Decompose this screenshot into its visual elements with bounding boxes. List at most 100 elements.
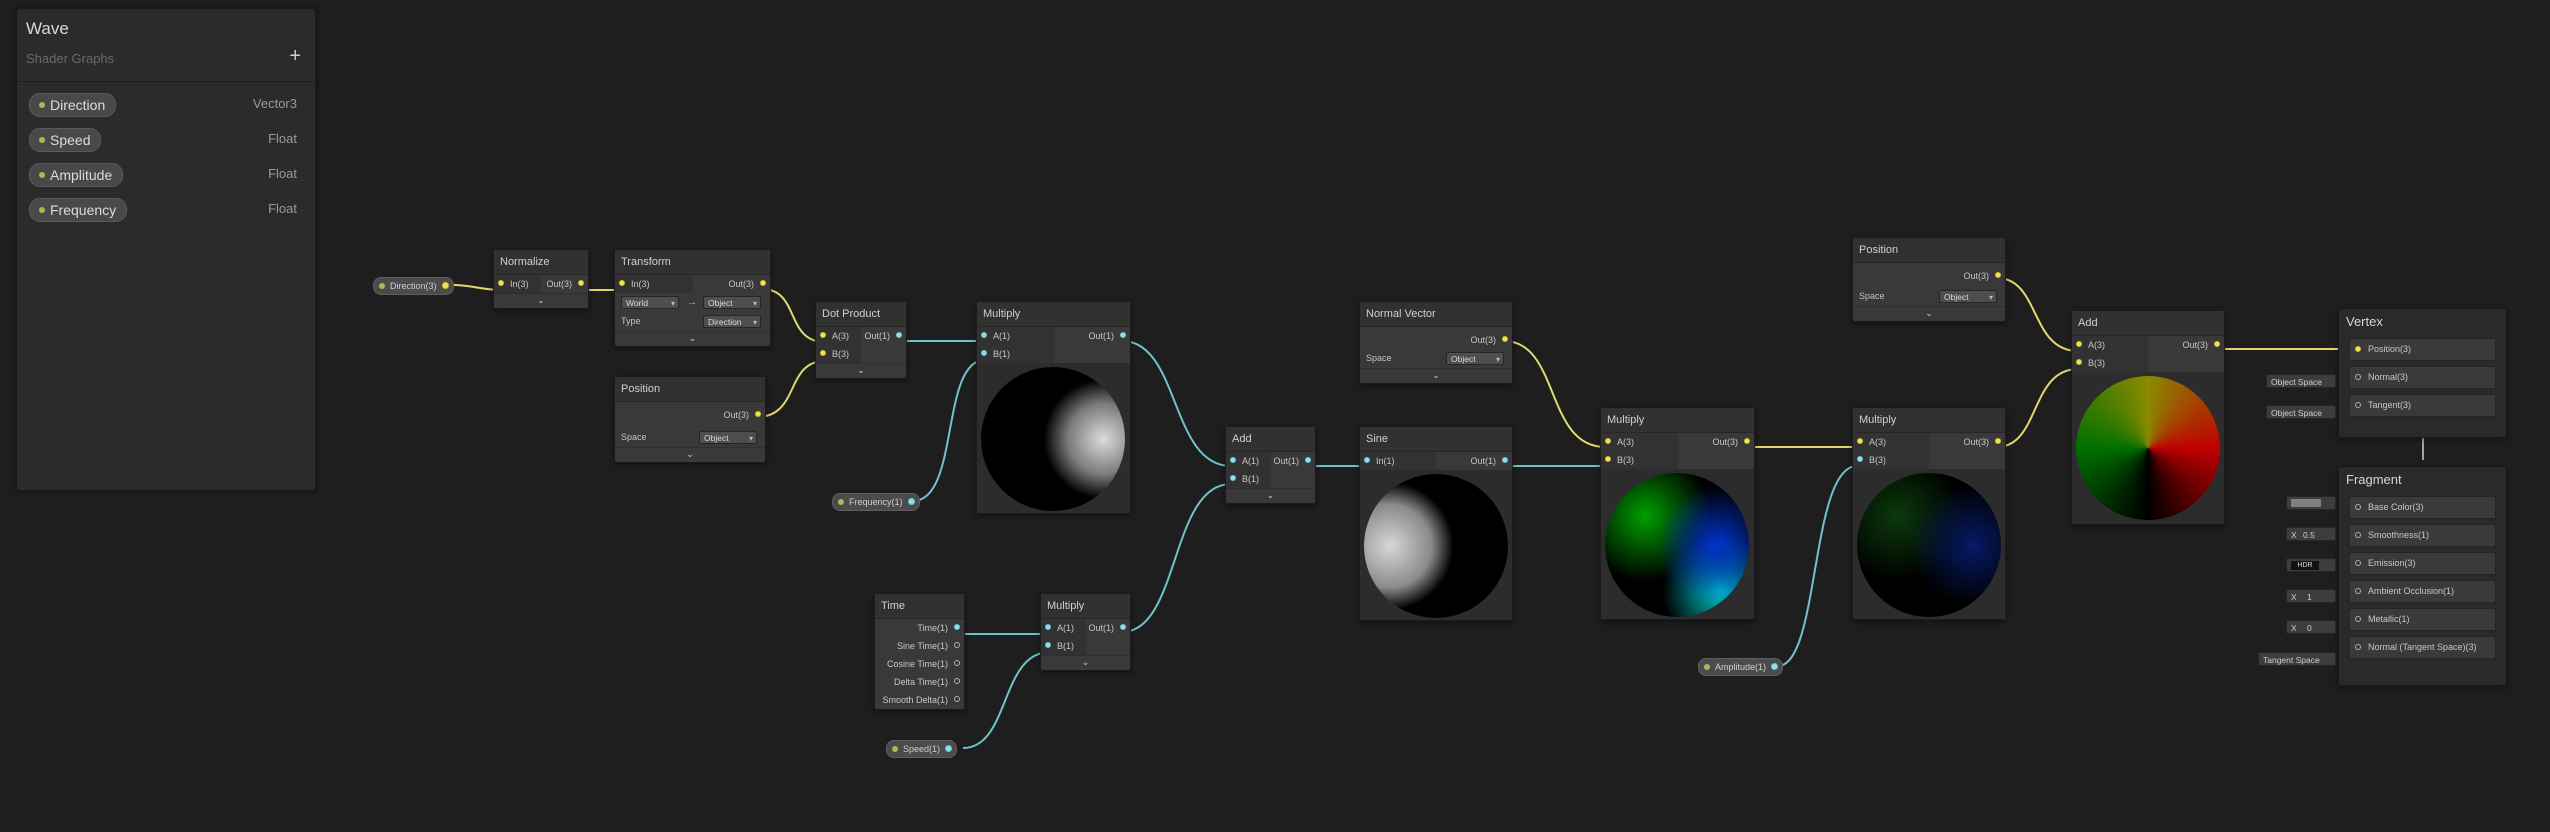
port-dot[interactable] [1120, 332, 1126, 338]
port-dot[interactable] [954, 696, 960, 702]
color-swatch[interactable] [2291, 499, 2321, 507]
property-pill[interactable]: Frequency [29, 198, 128, 222]
output-port[interactable]: Out(3) [541, 275, 588, 293]
vertex-block-position[interactable]: Position(3) [2339, 335, 2506, 363]
port-dot[interactable] [2355, 588, 2361, 594]
node-time[interactable]: Time Time(1) Sine Time(1) Cosine Time(1)… [874, 593, 965, 710]
output-port[interactable]: Delta Time(1) [875, 673, 964, 691]
port-dot[interactable] [820, 350, 826, 356]
node-multiply[interactable]: Multiply A(3) B(3) Out(3) [1600, 407, 1755, 620]
collapse-chevron-icon[interactable]: ⌄ [494, 293, 588, 308]
node-multiply[interactable]: Multiply A(1) B(1) Out(1) ⌄ [1040, 593, 1131, 671]
output-port[interactable]: Cosine Time(1) [875, 655, 964, 673]
node-position[interactable]: Position Out(3) Space Object ⌄ [614, 376, 766, 463]
hdr-swatch[interactable]: HDR [2291, 561, 2319, 570]
input-port[interactable]: B(1) [1041, 637, 1086, 655]
base-color-input[interactable] [2286, 496, 2336, 510]
port-dot[interactable] [2355, 644, 2361, 650]
port-dot[interactable] [1045, 642, 1051, 648]
port-dot[interactable] [619, 280, 625, 286]
metallic-value[interactable]: 0 [2307, 621, 2312, 635]
port-dot[interactable] [1230, 457, 1236, 463]
port-dot[interactable] [2076, 341, 2082, 347]
port-dot[interactable] [1744, 438, 1750, 444]
output-port[interactable] [945, 745, 953, 752]
port-dot[interactable] [2214, 341, 2220, 347]
input-port[interactable]: A(1) [1041, 619, 1086, 637]
node-normal-vector[interactable]: Normal Vector Out(3) Space Object ⌄ [1359, 301, 1513, 384]
output-port[interactable]: Out(1) [1271, 452, 1316, 470]
port-dot[interactable] [1605, 456, 1611, 462]
ambient-occlusion-input[interactable]: X 1 [2286, 589, 2336, 603]
input-port[interactable]: B(3) [1601, 451, 1678, 469]
output-port[interactable]: Out(1) [1054, 327, 1131, 345]
port-dot[interactable] [1605, 438, 1611, 444]
tangent-space-input[interactable]: Object Space [2266, 405, 2336, 419]
port-dot[interactable] [820, 332, 826, 338]
port-dot[interactable] [2355, 616, 2361, 622]
port-dot[interactable] [760, 280, 766, 286]
output-port[interactable]: Out(3) [1929, 433, 2005, 451]
property-row-speed[interactable]: Speed Float [29, 128, 297, 152]
output-port[interactable]: Out(3) [1853, 267, 2005, 285]
output-port[interactable]: Time(1) [875, 619, 964, 637]
property-node-speed[interactable]: Speed(1) [886, 740, 958, 758]
node-dot-product[interactable]: Dot Product A(3) B(3) Out(1) ⌄ [815, 301, 907, 379]
port-dot[interactable] [2355, 374, 2361, 380]
property-node-amplitude[interactable]: Amplitude(1) [1698, 658, 1784, 676]
port-dot[interactable] [954, 678, 960, 684]
port-dot[interactable] [954, 624, 960, 630]
collapse-chevron-icon[interactable]: ⌄ [1853, 306, 2005, 321]
output-port[interactable]: Out(1) [1086, 619, 1131, 637]
fragment-block-metallic[interactable]: Metallic(1) [2339, 605, 2506, 633]
collapse-chevron-icon[interactable]: ⌄ [816, 363, 906, 378]
input-port[interactable]: In(3) [494, 275, 541, 293]
space-dropdown[interactable]: Object [1446, 352, 1504, 366]
collapse-chevron-icon[interactable]: ⌄ [615, 331, 770, 346]
to-space-dropdown[interactable]: Object [703, 296, 761, 310]
port-dot[interactable] [2355, 532, 2361, 538]
vertex-block-tangent[interactable]: Tangent(3) [2339, 391, 2506, 419]
port-dot[interactable] [2355, 560, 2361, 566]
input-port[interactable]: B(3) [816, 345, 861, 363]
space-dropdown[interactable]: Object [699, 431, 757, 445]
normal-tangent-space-input[interactable]: Tangent Space [2258, 652, 2336, 666]
port-dot[interactable] [755, 411, 761, 417]
property-node-direction[interactable]: Direction(3) [373, 277, 454, 295]
port-dot[interactable] [1502, 336, 1508, 342]
port-dot[interactable] [1995, 438, 2001, 444]
port-dot[interactable] [896, 332, 902, 338]
node-normalize[interactable]: Normalize In(3) Out(3) ⌄ [493, 249, 589, 309]
node-multiply[interactable]: Multiply A(3) B(3) Out(3) [1852, 407, 2006, 620]
collapse-chevron-icon[interactable]: ⌄ [1226, 488, 1315, 503]
port-dot[interactable] [1305, 457, 1311, 463]
input-port[interactable]: B(1) [977, 345, 1054, 363]
port-dot[interactable] [498, 280, 504, 286]
port-dot[interactable] [2355, 346, 2361, 352]
property-node-frequency[interactable]: Frequency(1) [832, 493, 920, 511]
output-port[interactable]: Out(3) [2148, 336, 2224, 354]
property-pill[interactable]: Amplitude [29, 163, 124, 187]
port-dot[interactable] [954, 642, 960, 648]
input-port[interactable]: A(1) [1226, 452, 1271, 470]
property-row-amplitude[interactable]: Amplitude Float [29, 163, 297, 187]
port-dot[interactable] [1045, 624, 1051, 630]
port-dot[interactable] [2355, 504, 2361, 510]
fragment-block-emission[interactable]: Emission(3) [2339, 549, 2506, 577]
input-port[interactable]: B(3) [1853, 451, 1929, 469]
port-dot[interactable] [981, 350, 987, 356]
output-port[interactable]: Sine Time(1) [875, 637, 964, 655]
fragment-block-normal[interactable]: Normal (Tangent Space)(3) [2339, 633, 2506, 661]
ambient-occlusion-value[interactable]: 1 [2307, 590, 2312, 604]
fragment-block-base-color[interactable]: Base Color(3) [2339, 493, 2506, 521]
collapse-chevron-icon[interactable]: ⌄ [1041, 655, 1130, 670]
node-transform[interactable]: Transform In(3) Out(3) World → Object Ty… [614, 249, 771, 347]
input-port[interactable]: In(3) [615, 275, 693, 293]
port-dot[interactable] [1995, 272, 2001, 278]
output-port[interactable] [1771, 663, 1779, 670]
input-port[interactable]: In(1) [1360, 452, 1436, 470]
node-position[interactable]: Position Out(3) Space Object ⌄ [1852, 237, 2006, 322]
node-sine[interactable]: Sine In(1) Out(1) [1359, 426, 1513, 621]
port-dot[interactable] [954, 660, 960, 666]
port-dot[interactable] [981, 332, 987, 338]
